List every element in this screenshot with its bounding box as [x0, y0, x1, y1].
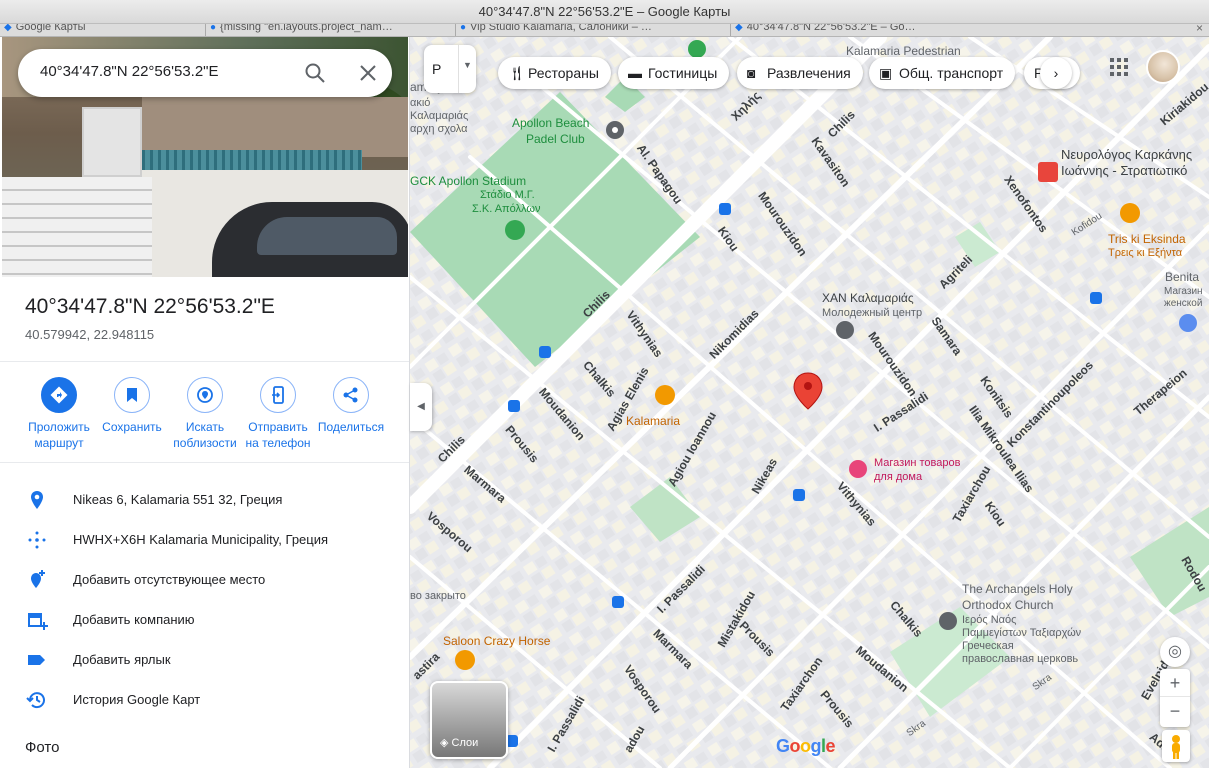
map-type-button[interactable]: Р ▼: [424, 45, 476, 93]
page-title: 40°34'47.8"N 22°56'53.2"E: [25, 295, 275, 318]
save-button[interactable]: Сохранить: [95, 377, 169, 435]
map-label-archangels-5: Греческая: [962, 640, 1014, 652]
zoom-out-button[interactable]: −: [1160, 697, 1190, 725]
google-logo: Google: [776, 736, 836, 756]
address-row[interactable]: Nikeas 6, Kalamaria 551 32, Греция: [0, 480, 409, 520]
decimal-coordinates: 40.579942, 22.948115: [25, 327, 155, 342]
share-button[interactable]: Поделиться: [314, 377, 388, 435]
directions-icon: [50, 386, 68, 404]
divider: [0, 361, 409, 362]
share-icon: [343, 387, 358, 403]
tab-google-maps[interactable]: ◆ Google Карты: [0, 24, 200, 36]
history-icon: [26, 692, 45, 709]
restaurant-icon: 🍴︎: [508, 65, 526, 81]
search-icon[interactable]: [303, 61, 327, 85]
maps-history-row[interactable]: История Google Карт: [0, 680, 409, 720]
map-label-benita-3: женской: [1164, 298, 1203, 309]
location-pin-icon: [31, 491, 43, 509]
zoom-in-button[interactable]: +: [1160, 669, 1190, 697]
layers-label: ◈ Слои: [440, 737, 479, 749]
tab-missing-project[interactable]: ● {missing "en.layouts.project_nam…: [205, 24, 450, 36]
camera-icon: ◙: [747, 65, 756, 81]
map-label-archangels-4: Παμμεγίστων Ταξιαρχών: [962, 627, 1082, 639]
map-label-closed: во закрыто: [410, 590, 466, 602]
divider: [0, 462, 409, 463]
map-type-label: Р: [432, 61, 442, 77]
map-label-xan-2: Молодежный центр: [822, 307, 923, 319]
map-label-xan-1[interactable]: ΧΑΝ Καλαμαριάς: [822, 291, 914, 305]
map-type-dropdown-icon[interactable]: ▼: [458, 45, 476, 93]
map-label-neuro-2: Ιωάννης - Στρατιωτικό: [1061, 163, 1188, 178]
apps-grid-icon[interactable]: [1110, 58, 1128, 76]
tab-close-icon[interactable]: ×: [1196, 24, 1203, 35]
send-to-phone-button[interactable]: Отправить на телефон: [241, 377, 315, 451]
map-label-archangels-1[interactable]: The Archangels Holy: [962, 582, 1073, 596]
action-buttons: Проложить маршрут Сохранить Искать побли…: [20, 377, 390, 457]
tab-vip-studio[interactable]: ● Vip Studio Kalamaria, Салоники – …: [455, 24, 725, 36]
add-place-icon: [31, 570, 45, 588]
add-missing-place-row[interactable]: Добавить отсутствующее место: [0, 560, 409, 600]
layers-button[interactable]: ◈ Слои: [430, 681, 508, 759]
map-label-tris-2: Τρεις κι Εξήντα: [1108, 247, 1183, 259]
map-label-stadium[interactable]: GCK Apollon Stadium: [410, 174, 526, 188]
send-to-phone-icon: [272, 386, 284, 404]
chip-entertainment[interactable]: ◙ Развлечения: [737, 57, 863, 89]
add-business-row[interactable]: Добавить компанию: [0, 600, 409, 640]
chips-next-icon[interactable]: ›: [1040, 57, 1072, 89]
nearby-icon: [197, 387, 213, 403]
map-label-stadium-greek-2: Σ.Κ. Απόλλων: [472, 203, 541, 215]
map-label-stadium-greek-1: Στάδιο Μ.Γ.: [480, 189, 535, 201]
label-icon: [28, 655, 45, 665]
map-label-school-2: Καλαμαριάς: [410, 110, 469, 122]
map-label-tris-1[interactable]: Tris ki Eksinda: [1108, 232, 1186, 246]
map-label-shop-1[interactable]: Магазин товаров: [874, 457, 960, 469]
map-label-archangels-2: Orthodox Church: [962, 598, 1054, 612]
map-label-school-1: ακιό: [410, 97, 431, 109]
hotel-favicon: ●: [460, 24, 467, 33]
avatar[interactable]: [1146, 50, 1180, 84]
collapse-panel-button[interactable]: ◀: [410, 383, 432, 431]
window-title: 40°34'47.8"N 22°56'53.2"E – Google Карты: [0, 0, 1209, 24]
map-label-school-3: αρχη σχολα: [410, 123, 468, 135]
place-panel: 40°34'47.8"N 22°56'53.2"E 40°34'47.8"N 2…: [0, 37, 410, 768]
photos-heading: Фото: [25, 739, 60, 756]
map-label-pedestrian: Kalamaria Pedestrian: [846, 44, 961, 58]
map-label-neuro-1[interactable]: Νευρολόγος Καρκάνης: [1061, 147, 1192, 162]
tab-coordinates[interactable]: ◆ 40°34'47.8"N 22°56'53.2"E – Go…: [730, 24, 930, 36]
chip-restaurants[interactable]: 🍴︎ Рестораны: [498, 57, 611, 89]
nearby-button[interactable]: Искать поблизости: [168, 377, 242, 451]
map-label-shop-2: для дома: [874, 471, 923, 483]
add-business-icon: [28, 613, 48, 630]
close-icon[interactable]: [356, 61, 380, 85]
globe-favicon: ●: [210, 24, 217, 33]
map-pin-favicon: ◆: [735, 24, 743, 33]
google-maps-favicon: ◆: [4, 24, 12, 33]
map-label-saloon[interactable]: Saloon Crazy Horse: [443, 634, 550, 648]
map-label-padel-club[interactable]: Padel Club: [526, 132, 585, 146]
chip-hotels[interactable]: ▬ Гостиницы: [618, 57, 730, 89]
search-input[interactable]: 40°34'47.8"N 22°56'53.2"E: [40, 63, 219, 80]
tab-strip: ◆ Google Карты ● {missing "en.layouts.proj…: [0, 24, 1209, 37]
map-label-benita-2: Магазин: [1164, 286, 1203, 297]
plus-code-row[interactable]: HWHX+X6H Kalamaria Municipality, Греция: [0, 520, 409, 560]
zoom-controls: + −: [1160, 669, 1190, 727]
plus-code-icon: [28, 531, 46, 549]
place-info-list: Nikeas 6, Kalamaria 551 32, Греция HWHX+…: [0, 480, 409, 720]
map-label-kalamaria[interactable]: Kalamaria: [626, 414, 680, 428]
add-label-row[interactable]: Добавить ярлык: [0, 640, 409, 680]
map-label-archangels-3: Ιερός Ναός: [962, 614, 1017, 626]
pegman-icon[interactable]: [1162, 730, 1190, 762]
hotel-icon: ▬: [628, 65, 642, 81]
map-label-apollon-beach[interactable]: Apollon Beach: [512, 116, 589, 130]
map-canvas[interactable]: Kalamaria Pedestrian Apollon Beach Padel…: [410, 37, 1209, 768]
chip-transit[interactable]: ▣ Общ. транспорт: [869, 57, 1016, 89]
my-location-icon[interactable]: ◎: [1160, 637, 1190, 667]
transit-icon: ▣: [879, 65, 893, 81]
directions-button[interactable]: Проложить маршрут: [22, 377, 96, 451]
search-box[interactable]: 40°34'47.8"N 22°56'53.2"E: [18, 49, 392, 97]
map-label-benita-1[interactable]: Benita: [1165, 270, 1199, 284]
chevron-left-icon: ◀: [417, 401, 425, 412]
bookmark-icon: [127, 388, 137, 402]
map-label-archangels-6: православная церковь: [962, 653, 1079, 665]
